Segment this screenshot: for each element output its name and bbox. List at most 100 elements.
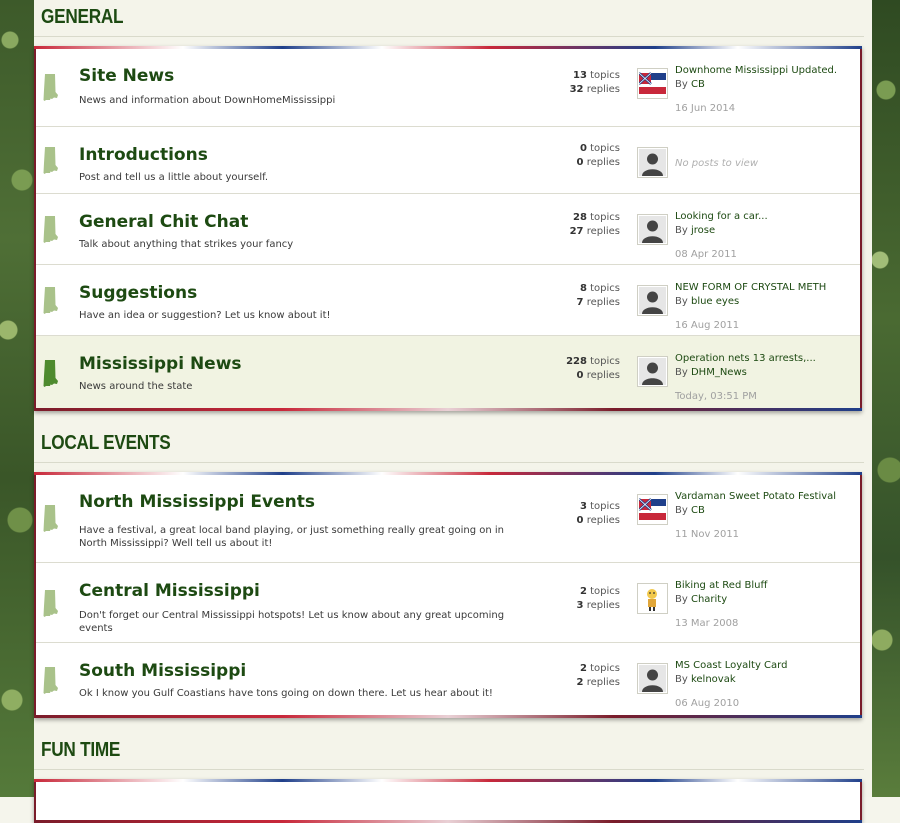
forum-unread-state-icon	[43, 360, 59, 387]
forum-name-link[interactable]: Central Mississippi	[79, 581, 260, 601]
forum-read-state-icon	[43, 667, 59, 694]
category-forum-list	[34, 779, 862, 823]
forum-row: Central Mississippi Don't forget our Cen…	[36, 563, 860, 643]
topic-count: 0	[579, 143, 587, 154]
topic-count: 228	[566, 356, 587, 367]
last-post-title-link[interactable]: Downhome Mississippi Updated.	[675, 64, 850, 78]
forum-description: News and information about DownHomeMissi…	[79, 95, 336, 106]
default-avatar-icon[interactable]	[637, 663, 668, 694]
category-title[interactable]: FUN TIME	[41, 739, 749, 768]
last-post-title-link[interactable]: NEW FORM OF CRYSTAL METH	[675, 281, 850, 295]
forum-stats: 28 topics 27 replies	[530, 211, 620, 239]
reply-count: 32	[569, 84, 584, 95]
forum-stats: 13 topics 32 replies	[530, 69, 620, 97]
reply-count: 0	[576, 515, 584, 526]
default-avatar-icon[interactable]	[637, 356, 668, 387]
last-post-title-link[interactable]: Biking at Red Bluff	[675, 579, 850, 593]
last-post-author-link[interactable]: DHM_News	[691, 367, 747, 378]
last-post-author-link[interactable]: CB	[691, 505, 705, 516]
forum-read-state-icon	[43, 287, 59, 314]
topics-label: topics	[590, 283, 620, 294]
forum-row: North Mississippi Events Have a festival…	[36, 474, 860, 563]
by-label: By	[675, 674, 688, 685]
forum-name-link[interactable]: Suggestions	[79, 283, 197, 303]
forum-name-link[interactable]: North Mississippi Events	[79, 492, 315, 512]
forum-description: Post and tell us a little about yourself…	[79, 172, 269, 183]
topic-count: 2	[579, 586, 587, 597]
last-post-author-link[interactable]: CB	[691, 79, 705, 90]
last-post-info: Vardaman Sweet Potato Festival By CB 11 …	[675, 490, 850, 542]
forum-read-state-icon	[43, 216, 59, 243]
last-post-author-link[interactable]: kelnovak	[691, 674, 736, 685]
category-title[interactable]: GENERAL	[41, 6, 749, 35]
last-post-date: 06 Aug 2010	[675, 698, 740, 709]
last-post-info: Operation nets 13 arrests,... By DHM_New…	[675, 352, 850, 404]
category-divider	[34, 462, 864, 463]
forum-description: Have a festival, a great local band play…	[79, 525, 504, 549]
forum-stats: 2 topics 3 replies	[530, 585, 620, 613]
topics-label: topics	[590, 212, 620, 223]
by-label: By	[675, 367, 688, 378]
category-forum-list: North Mississippi Events Have a festival…	[34, 472, 862, 718]
reply-count: 0	[576, 157, 584, 168]
category-divider	[34, 769, 864, 770]
category-forum-list: Site News News and information about Dow…	[34, 46, 862, 411]
default-avatar-icon[interactable]	[637, 285, 668, 316]
forum-name-link[interactable]: Mississippi News	[79, 354, 242, 374]
forum-name-link[interactable]: South Mississippi	[79, 661, 246, 681]
replies-label: replies	[586, 226, 620, 237]
forum-row: Site News News and information about Dow…	[36, 48, 860, 127]
last-post-date: 16 Aug 2011	[675, 320, 740, 331]
reply-count: 2	[576, 677, 584, 688]
forum-name-link[interactable]: Site News	[79, 66, 174, 86]
forum-description: Talk about anything that strikes your fa…	[79, 239, 294, 250]
replies-label: replies	[586, 515, 620, 526]
last-post-title-link[interactable]: Vardaman Sweet Potato Festival	[675, 490, 850, 504]
ms-flag-icon[interactable]	[637, 68, 668, 99]
last-post-title-link[interactable]: Looking for a car...	[675, 210, 850, 224]
reply-count: 7	[576, 297, 584, 308]
forum-row: South Mississippi Ok I know you Gulf Coa…	[36, 643, 860, 716]
last-post-date: 11 Nov 2011	[675, 529, 740, 540]
forum-stats: 2 topics 2 replies	[530, 662, 620, 690]
ms-flag-icon[interactable]	[637, 494, 668, 525]
last-post-date: Today, 03:51 PM	[675, 391, 757, 402]
forum-description: Don't forget our Central Mississippi hot…	[79, 610, 505, 634]
last-post-author-link[interactable]: Charity	[691, 594, 727, 605]
topics-label: topics	[590, 70, 620, 81]
by-label: By	[675, 505, 688, 516]
forum-name-link[interactable]: General Chit Chat	[79, 212, 248, 232]
default-avatar-icon[interactable]	[637, 214, 668, 245]
character-avatar-icon[interactable]	[637, 583, 668, 614]
forum-name-link[interactable]: Introductions	[79, 145, 208, 165]
last-post-title-link[interactable]: MS Coast Loyalty Card	[675, 659, 850, 673]
last-post-info: NEW FORM OF CRYSTAL METH By blue eyes 16…	[675, 281, 850, 333]
forum-read-state-icon	[43, 74, 59, 101]
forum-read-state-icon	[43, 505, 59, 532]
forum-row: Mississippi News News around the state 2…	[36, 336, 860, 409]
category-title[interactable]: LOCAL EVENTS	[41, 432, 749, 461]
last-post-info: MS Coast Loyalty Card By kelnovak 06 Aug…	[675, 659, 850, 711]
by-label: By	[675, 594, 688, 605]
last-post-title-link[interactable]: Operation nets 13 arrests,...	[675, 352, 850, 366]
forum-stats: 0 topics 0 replies	[530, 142, 620, 170]
topic-count: 8	[579, 283, 587, 294]
by-label: By	[675, 296, 688, 307]
forum-row: Suggestions Have an idea or suggestion? …	[36, 265, 860, 336]
last-post-info: Downhome Mississippi Updated. By CB 16 J…	[675, 64, 850, 116]
replies-label: replies	[586, 297, 620, 308]
last-post-info: Looking for a car... By jrose 08 Apr 201…	[675, 210, 850, 262]
forum-description: Ok I know you Gulf Coastians have tons g…	[79, 688, 493, 699]
forum-read-state-icon	[43, 147, 59, 174]
last-post-info: No posts to view	[675, 143, 850, 171]
reply-count: 3	[576, 600, 584, 611]
forum-description: News around the state	[79, 381, 193, 392]
topics-label: topics	[590, 586, 620, 597]
default-avatar-icon[interactable]	[637, 147, 668, 178]
last-post-author-link[interactable]: blue eyes	[691, 296, 739, 307]
replies-label: replies	[586, 600, 620, 611]
reply-count: 0	[576, 370, 584, 381]
last-post-author-link[interactable]: jrose	[691, 225, 715, 236]
replies-label: replies	[586, 84, 620, 95]
topics-label: topics	[590, 143, 620, 154]
